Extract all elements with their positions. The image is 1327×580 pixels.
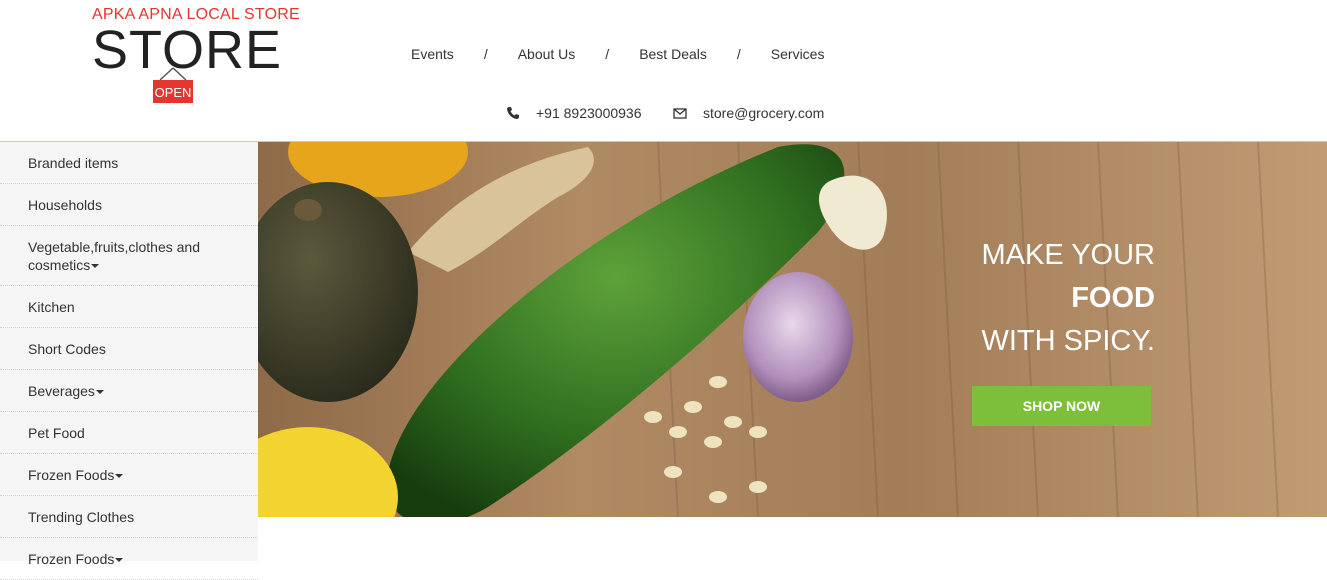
sidebar-item-label: Frozen Foods — [28, 467, 115, 483]
sidebar-item-frozen-foods-2[interactable]: Frozen Foods — [0, 538, 258, 580]
caret-down-icon — [115, 558, 124, 563]
nav-services[interactable]: Services — [771, 46, 825, 62]
sidebar-item-branded-items[interactable]: Branded items — [0, 142, 258, 184]
sidebar-item-label: Frozen Foods — [28, 551, 115, 567]
sidebar-item-households[interactable]: Households — [0, 184, 258, 226]
sidebar-item-trending-clothes[interactable]: Trending Clothes — [0, 496, 258, 538]
nav-separator: / — [605, 46, 610, 62]
phone-number[interactable]: +91 8923000936 — [536, 105, 642, 121]
caret-down-icon — [91, 264, 100, 269]
phone-icon — [506, 106, 520, 120]
site-header: APKA APNA LOCAL STORE STORE OPEN Events … — [0, 0, 1327, 142]
nav-events[interactable]: Events — [411, 46, 454, 62]
sidebar-item-label: Vegetable,fruits,clothes and cosmetics — [28, 239, 201, 273]
hero-banner: MAKE YOUR FOOD WITH SPICY. SHOP NOW — [258, 142, 1327, 517]
sidebar-item-label: Branded items — [28, 155, 119, 171]
email-address[interactable]: store@grocery.com — [703, 105, 824, 121]
shop-now-button[interactable]: SHOP NOW — [972, 386, 1151, 426]
hero-line-1: MAKE YOUR — [981, 239, 1155, 271]
nav-best-deals[interactable]: Best Deals — [639, 46, 707, 62]
envelope-icon — [673, 106, 687, 120]
category-sidebar: Branded items Households Vegetable,fruit… — [0, 142, 258, 580]
hero-line-2: FOOD — [1071, 282, 1155, 314]
nav-about-us[interactable]: About Us — [518, 46, 576, 62]
open-sign-icon: OPEN — [148, 66, 198, 106]
caret-down-icon — [115, 474, 124, 479]
contact-email: store@grocery.com — [673, 105, 824, 121]
main-nav: Events / About Us / Best Deals / Service… — [411, 46, 824, 62]
nav-separator: / — [483, 46, 488, 62]
sidebar-item-label: Households — [28, 197, 102, 213]
hero-line-3: WITH SPICY. — [981, 325, 1156, 357]
caret-down-icon — [95, 390, 104, 395]
sidebar-item-vegetable-fruits[interactable]: Vegetable,fruits,clothes and cosmetics — [0, 226, 258, 286]
sidebar-item-frozen-foods[interactable]: Frozen Foods — [0, 454, 258, 496]
sidebar-item-label: Beverages — [28, 383, 95, 399]
sidebar-item-kitchen[interactable]: Kitchen — [0, 286, 258, 328]
sidebar-item-pet-food[interactable]: Pet Food — [0, 412, 258, 454]
nav-separator: / — [736, 46, 741, 62]
sidebar-item-label: Pet Food — [28, 425, 85, 441]
sidebar-item-label: Short Codes — [28, 341, 106, 357]
hero-headline: MAKE YOUR FOOD WITH SPICY. — [981, 234, 1155, 363]
contact-phone: +91 8923000936 — [506, 105, 642, 121]
sidebar-item-beverages[interactable]: Beverages — [0, 370, 258, 412]
sidebar-item-label: Trending Clothes — [28, 509, 135, 525]
open-sign-text: OPEN — [155, 85, 192, 100]
vegetables-photo — [258, 142, 1327, 517]
sidebar-item-label: Kitchen — [28, 299, 75, 315]
sidebar-item-short-codes[interactable]: Short Codes — [0, 328, 258, 370]
